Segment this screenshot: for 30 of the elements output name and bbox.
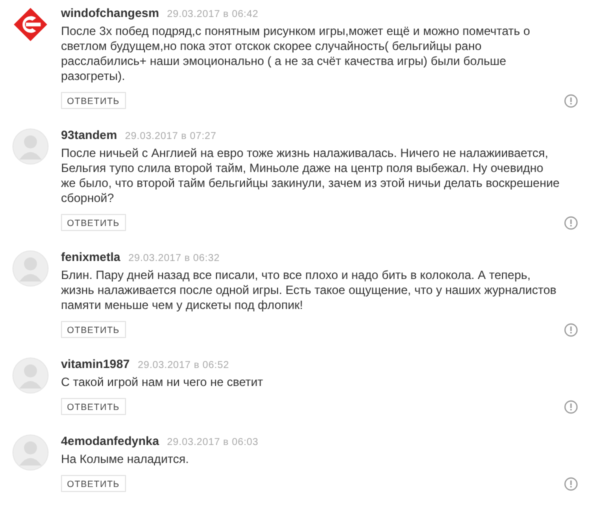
avatar-icon: [12, 128, 49, 165]
author-name[interactable]: fenixmetla: [61, 250, 120, 264]
reply-button[interactable]: ОТВЕТИТЬ: [61, 398, 126, 415]
reply-button[interactable]: ОТВЕТИТЬ: [61, 321, 126, 338]
comment-text: Блин. Пару дней назад все писали, что все плохо и надо бить в колокола. А теперь, жизнь налаживается после одной игры. Есть такое ощущение, что у наших журналистов памяти меньше чем у дискеты под флопик!: [61, 268, 558, 313]
logo-icon: [12, 6, 49, 43]
comment-date: 29.03.2017 в 07:27: [125, 131, 216, 142]
author-name[interactable]: 4emodanfedynka: [61, 434, 160, 448]
avatar-icon: [12, 434, 49, 471]
comment-text: После 3х побед подряд,с понятным рисунком игры,может ещё и можно помечтать о светлом будущем,но пока этот отскок скорее случайность( бельгийцы рано расслабились+ наши эмоционально ( а не за счёт качества игры) были больше разогреты).: [61, 24, 532, 84]
avatar-icon: [12, 357, 49, 394]
reply-button[interactable]: ОТВЕТИТЬ: [61, 92, 126, 109]
report-icon[interactable]: [564, 476, 578, 490]
author-name[interactable]: 93tandem: [61, 128, 118, 142]
comment-text: После ничьей с Англией на евро тоже жизнь налаживалась. Ничего не налажиивается, Бельгия тупо слила второй тайм, Миньоле даже на центр поля выбежал. Ну очевидно же было, что второй тайм бельгийцы закинули, зачем из этой ничьи делать воскрешение сборной?: [61, 146, 561, 206]
report-icon[interactable]: [564, 216, 578, 230]
avatar-icon: [12, 250, 49, 287]
report-icon[interactable]: [564, 400, 578, 414]
report-icon[interactable]: [564, 94, 578, 108]
author-name[interactable]: vitamin1987: [61, 357, 130, 371]
comment-text: С такой игрой нам ни чего не светит: [61, 375, 264, 390]
comment-date: 29.03.2017 в 06:52: [138, 360, 230, 371]
comment-text: На Колыме наладится.: [61, 452, 190, 467]
report-icon[interactable]: [564, 322, 578, 336]
comment-date: 29.03.2017 в 06:42: [167, 9, 258, 20]
comment-date: 29.03.2017 в 06:32: [128, 253, 220, 264]
reply-button[interactable]: ОТВЕТИТЬ: [61, 475, 126, 492]
reply-button[interactable]: ОТВЕТИТЬ: [61, 214, 126, 231]
comment-date: 29.03.2017 в 06:03: [167, 437, 258, 448]
author-name[interactable]: windofchangesm: [61, 6, 160, 20]
